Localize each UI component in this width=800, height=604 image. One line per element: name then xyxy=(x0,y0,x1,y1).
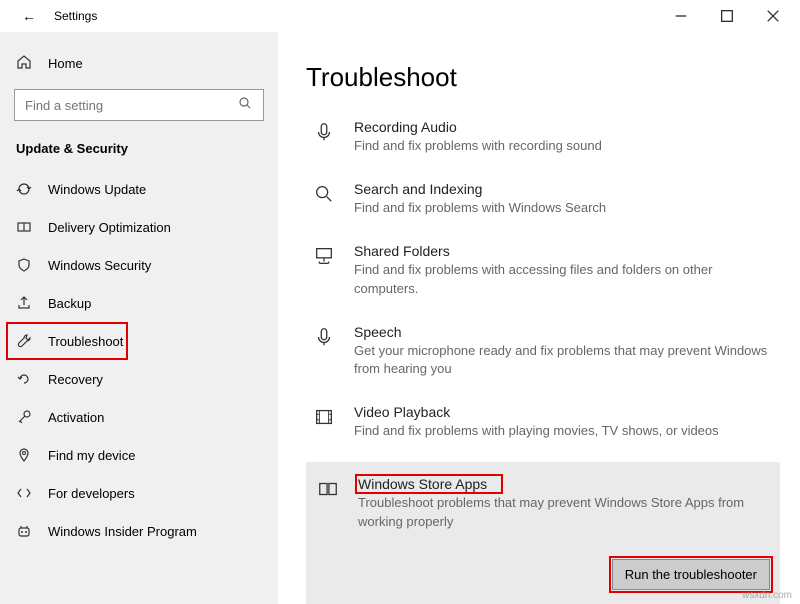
apps-icon xyxy=(316,478,340,508)
backup-icon xyxy=(16,295,32,311)
search-field[interactable] xyxy=(25,98,237,113)
film-icon xyxy=(312,406,336,436)
sidebar-section-header: Update & Security xyxy=(0,133,278,170)
run-button-label: Run the troubleshooter xyxy=(625,567,757,582)
sidebar-item-troubleshoot[interactable]: Troubleshoot xyxy=(0,322,278,360)
troubleshooter-speech[interactable]: Speech Get your microphone ready and fix… xyxy=(306,314,780,394)
troubleshooter-label: Video Playback xyxy=(354,404,774,420)
search-input[interactable] xyxy=(14,89,264,121)
main-content: Troubleshoot Recording Audio Find and fi… xyxy=(278,32,800,604)
home-icon xyxy=(16,54,32,73)
sidebar-item-label: Windows Security xyxy=(48,258,151,273)
troubleshooter-label: Speech xyxy=(354,324,774,340)
close-button[interactable] xyxy=(750,0,796,32)
sidebar-item-label: Delivery Optimization xyxy=(48,220,171,235)
minimize-button[interactable] xyxy=(658,0,704,32)
sidebar-item-label: Troubleshoot xyxy=(48,334,123,349)
troubleshooter-recording-audio[interactable]: Recording Audio Find and fix problems wi… xyxy=(306,109,780,171)
location-icon xyxy=(16,447,32,463)
sidebar: Home Update & Security Windows Update De… xyxy=(0,32,278,604)
sidebar-item-home[interactable]: Home xyxy=(0,44,278,83)
sidebar-item-label: Backup xyxy=(48,296,91,311)
sidebar-item-windows-update[interactable]: Windows Update xyxy=(0,170,278,208)
troubleshooter-search-indexing[interactable]: Search and Indexing Find and fix problem… xyxy=(306,171,780,233)
troubleshooter-desc: Find and fix problems with recording sou… xyxy=(354,137,774,155)
sidebar-item-for-developers[interactable]: For developers xyxy=(0,474,278,512)
sidebar-item-find-my-device[interactable]: Find my device xyxy=(0,436,278,474)
sidebar-home-label: Home xyxy=(48,56,83,71)
delivery-icon xyxy=(16,219,32,235)
sidebar-item-label: Find my device xyxy=(48,448,135,463)
troubleshooter-label: Search and Indexing xyxy=(354,181,774,197)
back-button[interactable]: ← xyxy=(22,8,36,24)
watermark: wsxdn.com xyxy=(742,590,792,601)
search-icon xyxy=(237,95,253,116)
run-troubleshooter-button[interactable]: Run the troubleshooter xyxy=(612,559,770,590)
troubleshooter-desc: Get your microphone ready and fix proble… xyxy=(354,342,774,378)
microphone-icon xyxy=(312,121,336,151)
sidebar-item-recovery[interactable]: Recovery xyxy=(0,360,278,398)
page-title: Troubleshoot xyxy=(306,62,780,93)
troubleshooter-shared-folders[interactable]: Shared Folders Find and fix problems wit… xyxy=(306,233,780,313)
folder-network-icon xyxy=(312,245,336,275)
troubleshooter-desc: Find and fix problems with Windows Searc… xyxy=(354,199,774,217)
shield-icon xyxy=(16,257,32,273)
recovery-icon xyxy=(16,371,32,387)
sidebar-item-label: For developers xyxy=(48,486,135,501)
search-icon xyxy=(312,183,336,213)
sidebar-item-activation[interactable]: Activation xyxy=(0,398,278,436)
sidebar-item-windows-security[interactable]: Windows Security xyxy=(0,246,278,284)
troubleshooter-desc: Find and fix problems with playing movie… xyxy=(354,422,774,440)
troubleshooter-label: Shared Folders xyxy=(354,243,774,259)
troubleshooter-desc: Troubleshoot problems that may prevent W… xyxy=(358,494,770,530)
microphone-icon xyxy=(312,326,336,356)
sidebar-item-insider-program[interactable]: Windows Insider Program xyxy=(0,512,278,550)
sidebar-item-label: Recovery xyxy=(48,372,103,387)
key-icon xyxy=(16,409,32,425)
sidebar-item-label: Activation xyxy=(48,410,104,425)
code-icon xyxy=(16,485,32,501)
sidebar-item-label: Windows Insider Program xyxy=(48,524,197,539)
wrench-icon xyxy=(16,333,32,349)
maximize-button[interactable] xyxy=(704,0,750,32)
troubleshooter-video-playback[interactable]: Video Playback Find and fix problems wit… xyxy=(306,394,780,456)
sync-icon xyxy=(16,181,32,197)
insider-icon xyxy=(16,523,32,539)
troubleshooter-desc: Find and fix problems with accessing fil… xyxy=(354,261,774,297)
troubleshooter-label: Recording Audio xyxy=(354,119,774,135)
troubleshooter-windows-store-apps[interactable]: Windows Store Apps Troubleshoot problems… xyxy=(306,462,780,604)
sidebar-item-delivery-optimization[interactable]: Delivery Optimization xyxy=(0,208,278,246)
sidebar-item-label: Windows Update xyxy=(48,182,146,197)
window-title: Settings xyxy=(54,9,97,23)
troubleshooter-label: Windows Store Apps xyxy=(358,476,770,492)
sidebar-item-backup[interactable]: Backup xyxy=(0,284,278,322)
